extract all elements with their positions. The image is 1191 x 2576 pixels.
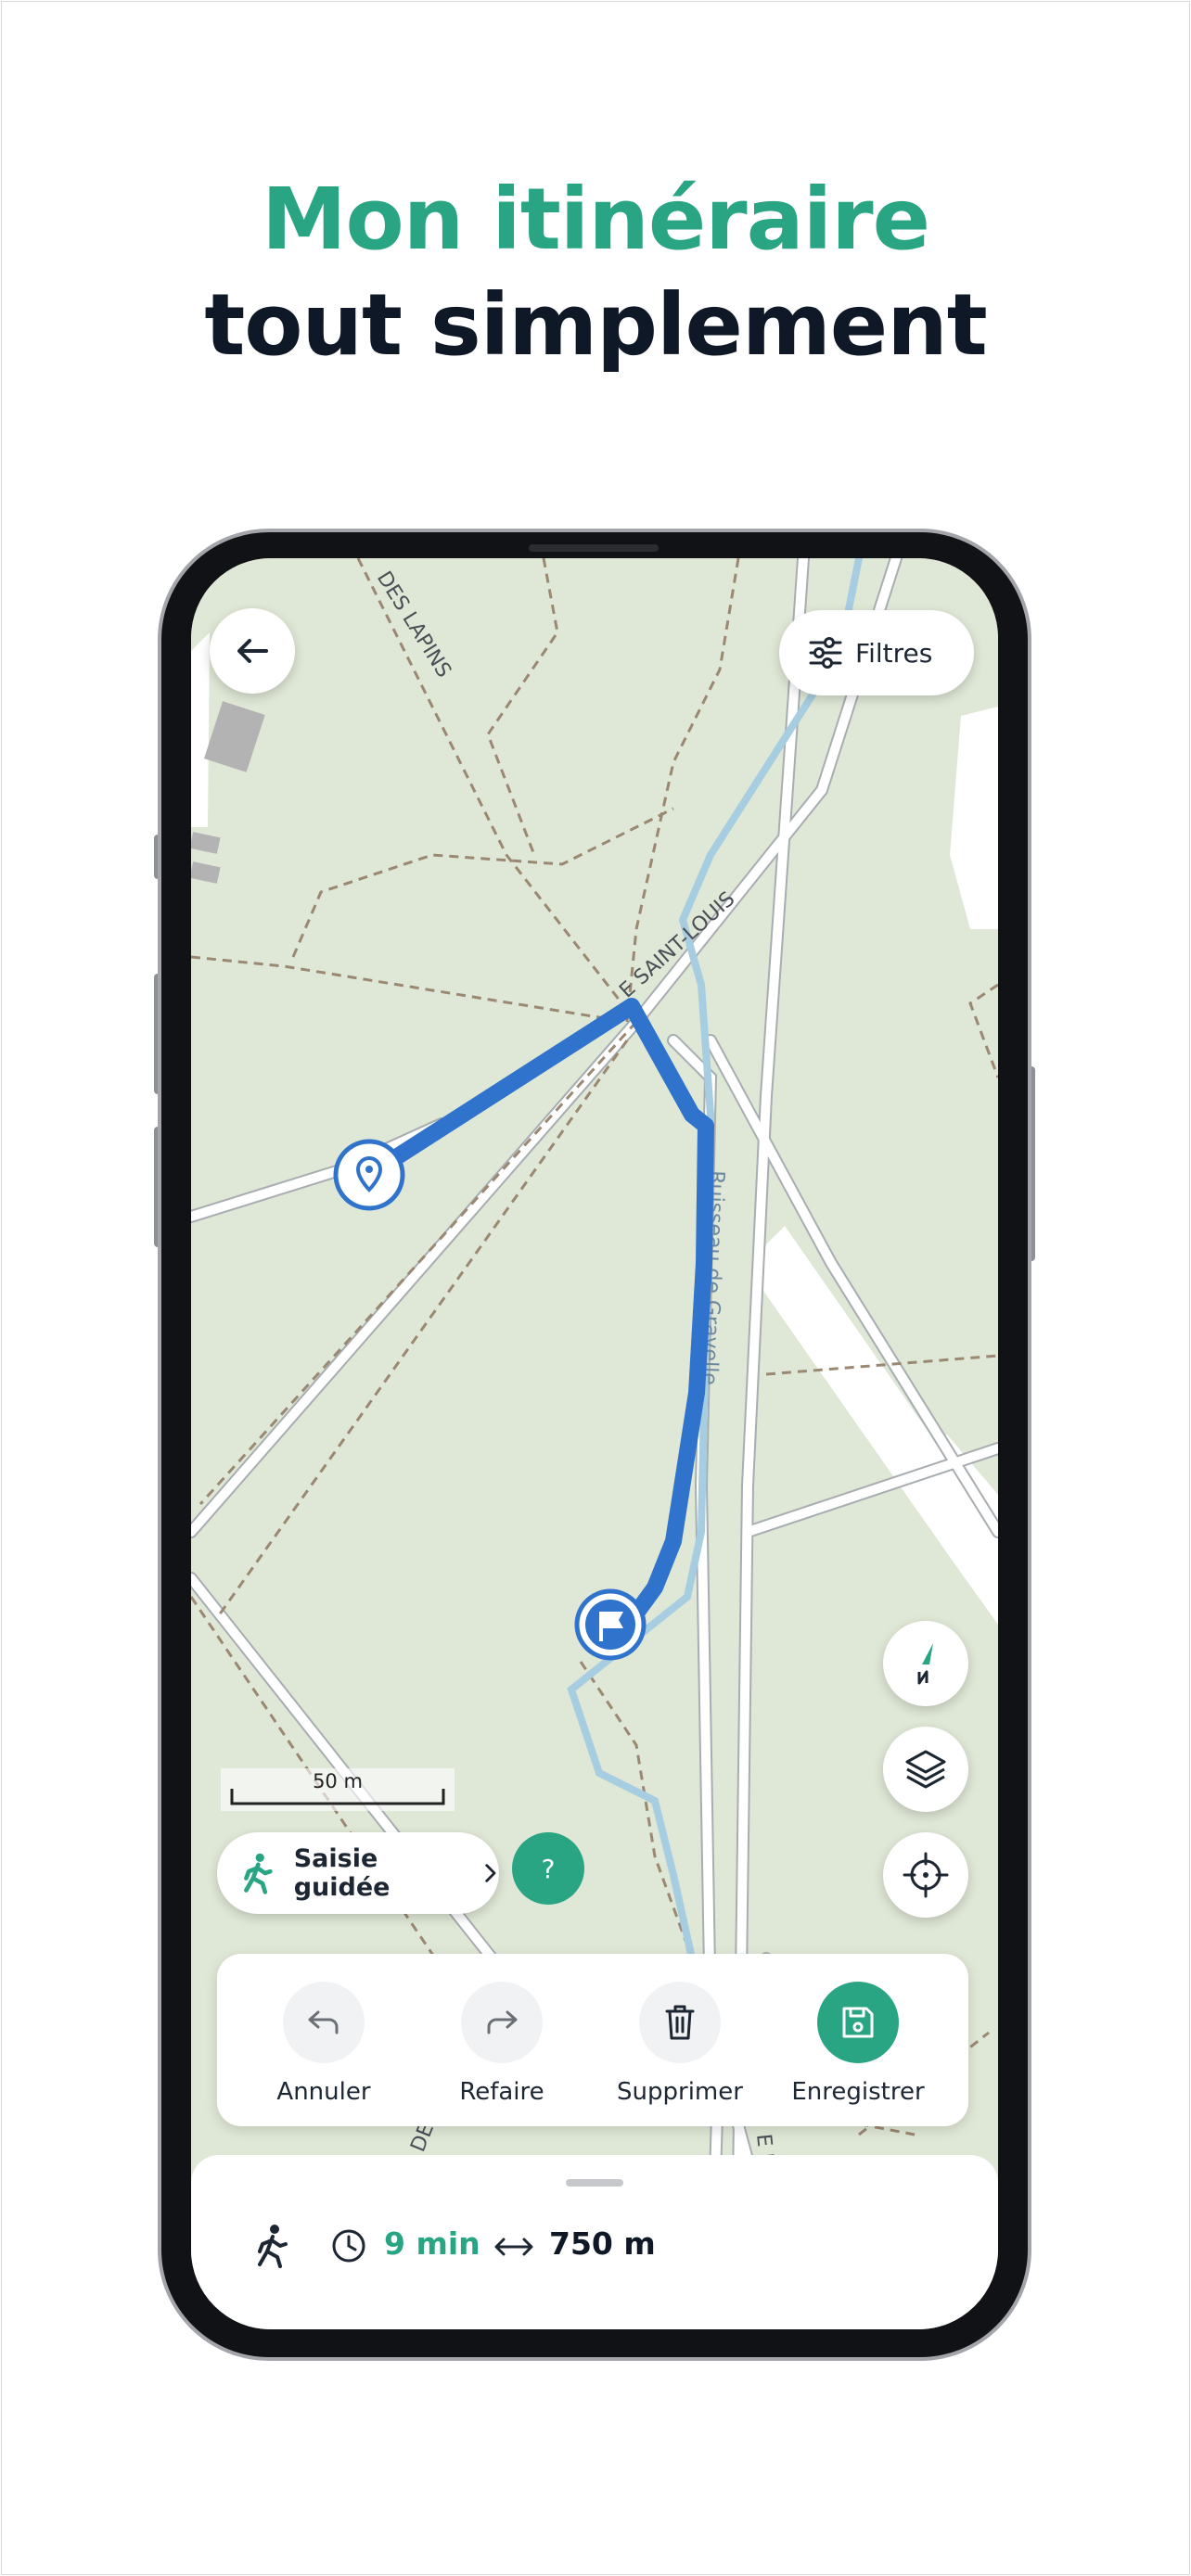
distance-arrows-icon <box>494 2238 533 2256</box>
layers-icon <box>905 1750 946 1789</box>
route-summary-sheet[interactable]: 9 min 750 m <box>191 2155 998 2329</box>
locate-button[interactable] <box>883 1832 968 1918</box>
redo-label: Refaire <box>459 2078 544 2106</box>
redo-button[interactable]: Refaire <box>414 1982 590 2106</box>
filters-label: Filtres <box>855 637 933 669</box>
guided-input-label: Saisie guidée <box>293 1844 391 1902</box>
save-label: Enregistrer <box>791 2078 925 2106</box>
delete-icon-circle <box>639 1982 721 2063</box>
undo-button[interactable]: Annuler <box>236 1982 412 2106</box>
scale-bar-line <box>230 1789 445 1805</box>
compass-button[interactable] <box>883 1621 968 1706</box>
locate-icon <box>903 1852 949 1898</box>
layers-button[interactable] <box>883 1727 968 1812</box>
action-panel: Annuler Refaire Supprimer Enregistrer <box>217 1954 968 2126</box>
sliders-icon <box>809 637 842 669</box>
headline-line-1: Mon itinéraire <box>262 170 930 269</box>
walking-person-icon <box>258 2225 288 2268</box>
start-pin-icon <box>333 1139 405 1211</box>
walking-person-icon <box>244 1853 273 1894</box>
trash-icon <box>665 2005 695 2040</box>
phone-screen: DES LAPINS E SAINT-LOUIS Ruisseau de Gra… <box>191 558 998 2329</box>
help-button[interactable]: ? <box>512 1832 584 1905</box>
route-distance: 750 m <box>549 2225 656 2262</box>
redo-icon <box>487 2010 518 2034</box>
undo-icon <box>308 2010 339 2034</box>
compass-icon <box>917 1643 933 1685</box>
headline-line-2: tout simplement <box>204 275 987 375</box>
save-icon <box>842 2007 874 2038</box>
arrow-left-icon <box>237 639 268 663</box>
filters-button[interactable]: Filtres <box>779 610 974 695</box>
redo-icon-circle <box>461 1982 543 2063</box>
scale-bar: 50 m <box>221 1768 455 1811</box>
delete-button[interactable]: Supprimer <box>592 1982 768 2106</box>
finish-flag-icon <box>574 1588 647 1661</box>
undo-label: Annuler <box>276 2078 371 2106</box>
guided-input-button[interactable]: Saisie guidée <box>217 1832 499 1914</box>
back-button[interactable] <box>210 608 295 694</box>
clock-icon <box>332 2229 365 2263</box>
undo-icon-circle <box>283 1982 365 2063</box>
headline: Mon itinéraire tout simplement <box>0 167 1191 378</box>
chevron-right-icon <box>485 1864 496 1882</box>
delete-label: Supprimer <box>617 2078 743 2106</box>
save-icon-circle <box>817 1982 899 2063</box>
save-button[interactable]: Enregistrer <box>770 1982 946 2106</box>
sheet-grabber[interactable] <box>566 2179 623 2187</box>
phone-speaker <box>529 544 659 552</box>
route-duration: 9 min <box>384 2225 480 2262</box>
